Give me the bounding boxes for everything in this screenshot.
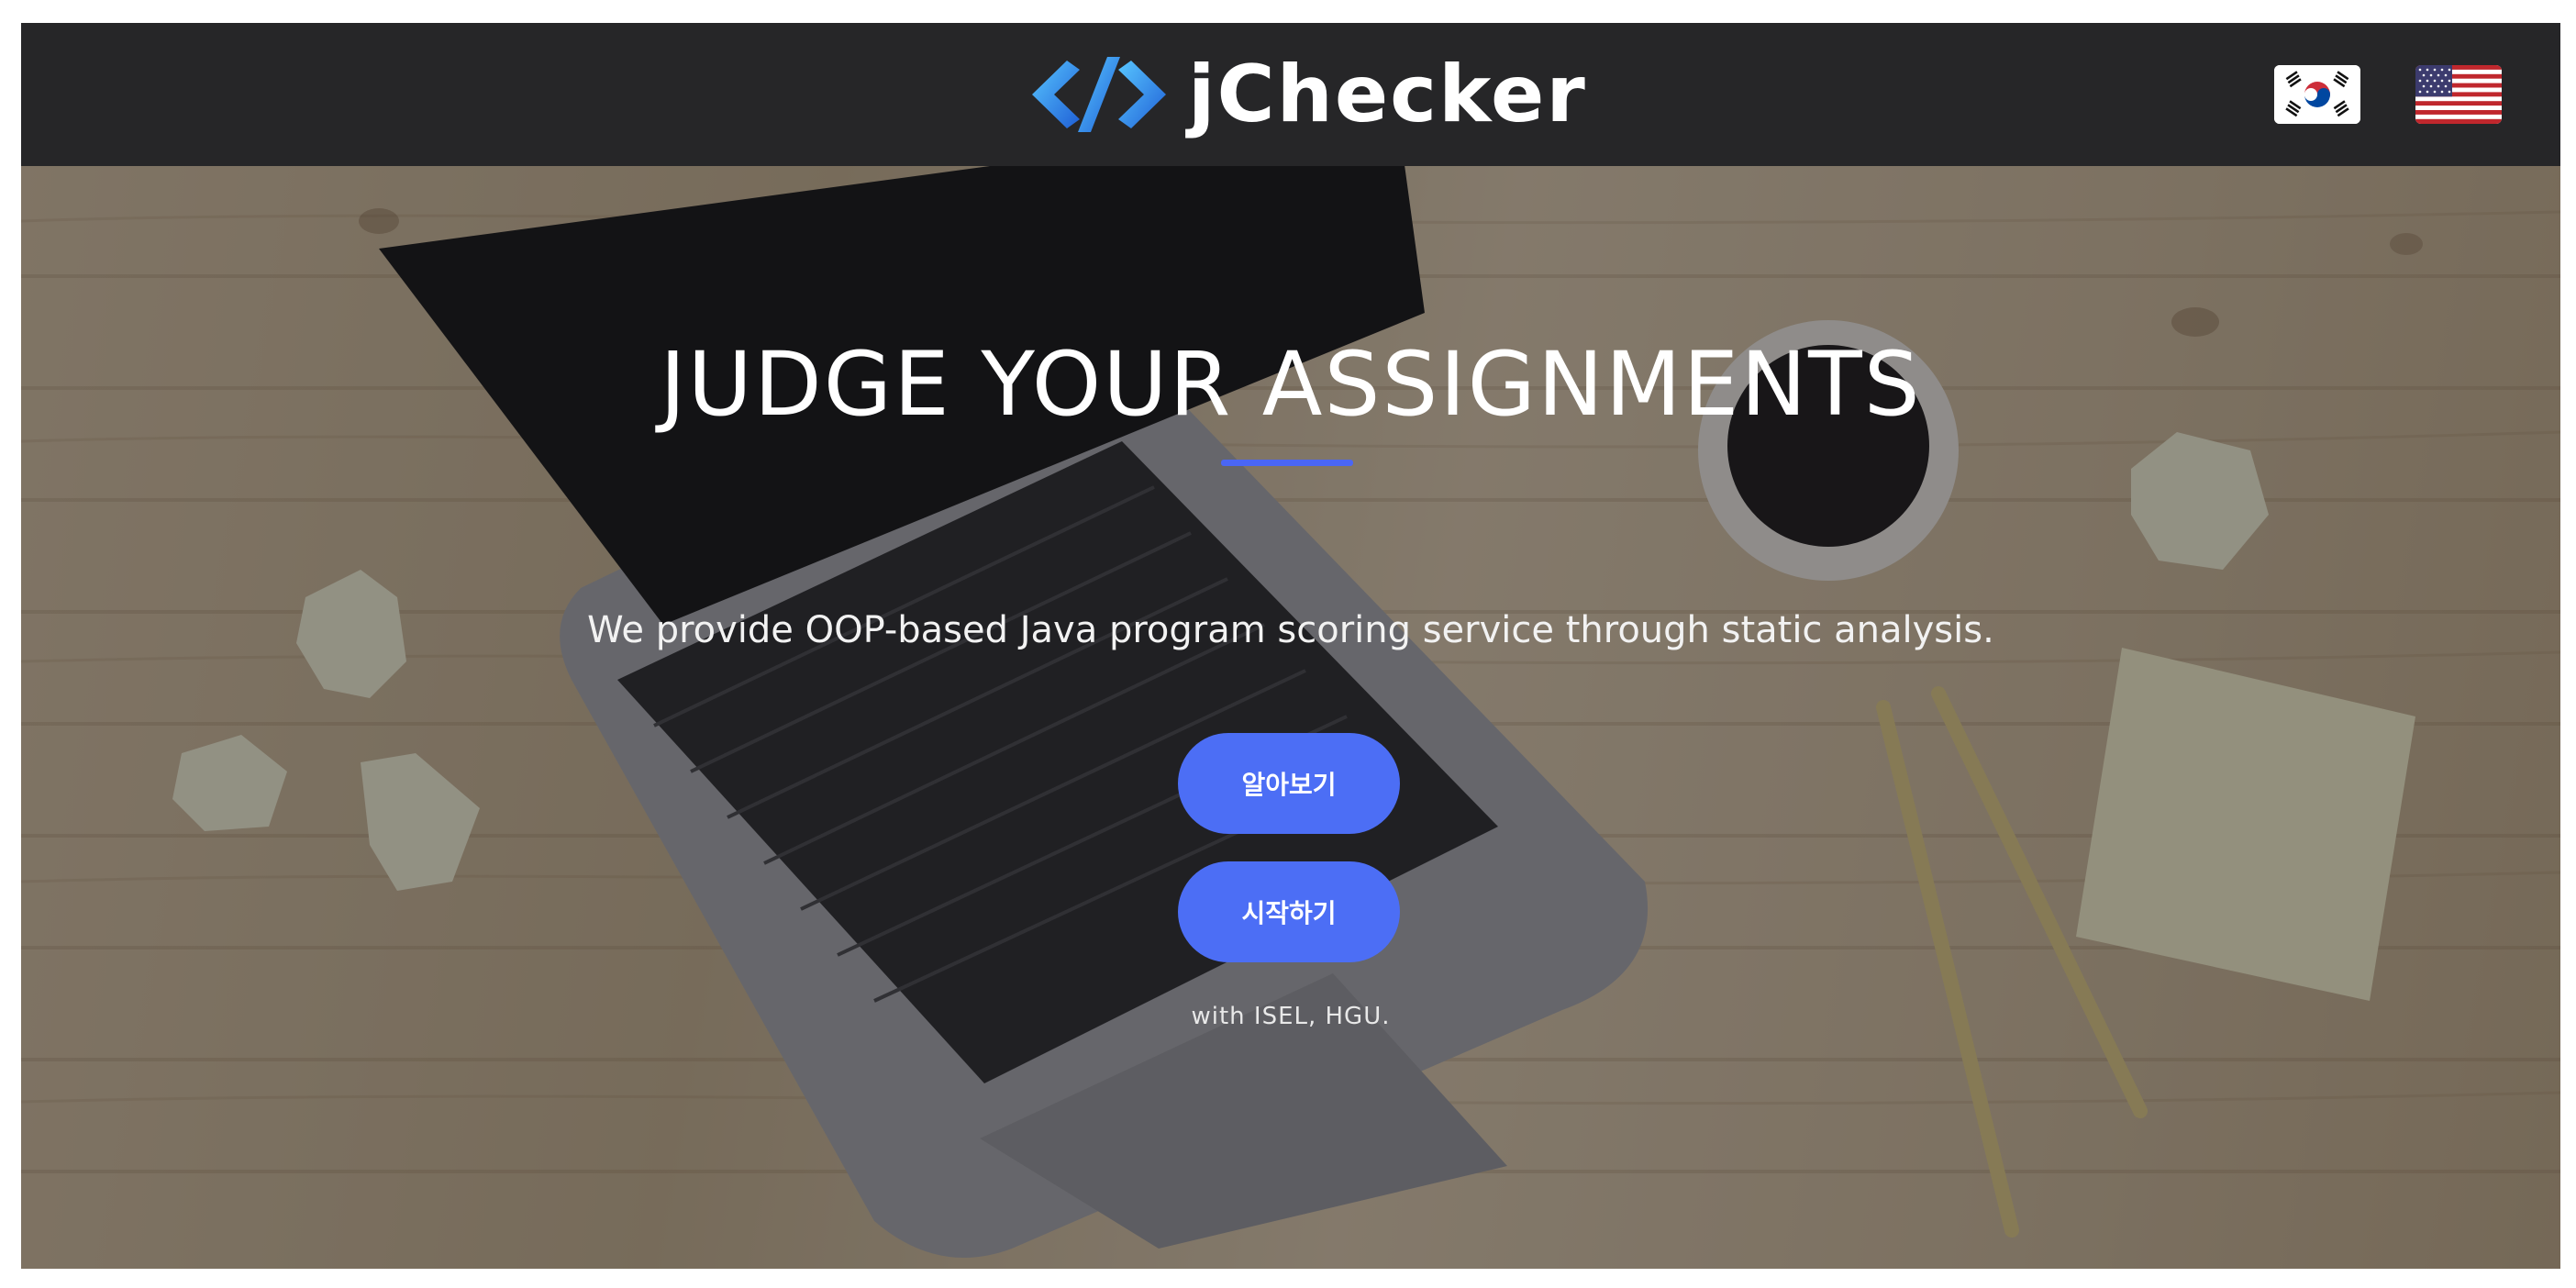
usa-flag-icon bbox=[2415, 65, 2502, 124]
korea-flag-icon bbox=[2274, 65, 2360, 124]
learn-more-button[interactable]: 알아보기 bbox=[1178, 733, 1400, 834]
hero-section: JUDGE YOUR ASSIGNMENTS We provide OOP-ba… bbox=[21, 166, 2560, 1269]
language-english-button[interactable] bbox=[2415, 65, 2502, 124]
language-korean-button[interactable] bbox=[2274, 65, 2360, 124]
brand-logo-link[interactable]: jChecker bbox=[1030, 49, 1587, 140]
headline-underline bbox=[1221, 460, 1353, 466]
top-navbar: jChecker bbox=[21, 23, 2560, 166]
code-brackets-icon bbox=[1032, 57, 1166, 132]
credit-text: with ISEL, HGU. bbox=[1191, 1003, 1391, 1030]
brand-name: jChecker bbox=[1188, 49, 1587, 140]
hero-headline: JUDGE YOUR ASSIGNMENTS bbox=[660, 333, 1922, 436]
hero-tagline: We provide OOP-based Java program scorin… bbox=[587, 609, 1994, 651]
page-frame: jChecker JUDGE YOUR ASSIGNMENTS We provi… bbox=[21, 23, 2560, 1269]
start-button[interactable]: 시작하기 bbox=[1178, 861, 1400, 962]
hero-content: JUDGE YOUR ASSIGNMENTS We provide OOP-ba… bbox=[21, 166, 2560, 1269]
